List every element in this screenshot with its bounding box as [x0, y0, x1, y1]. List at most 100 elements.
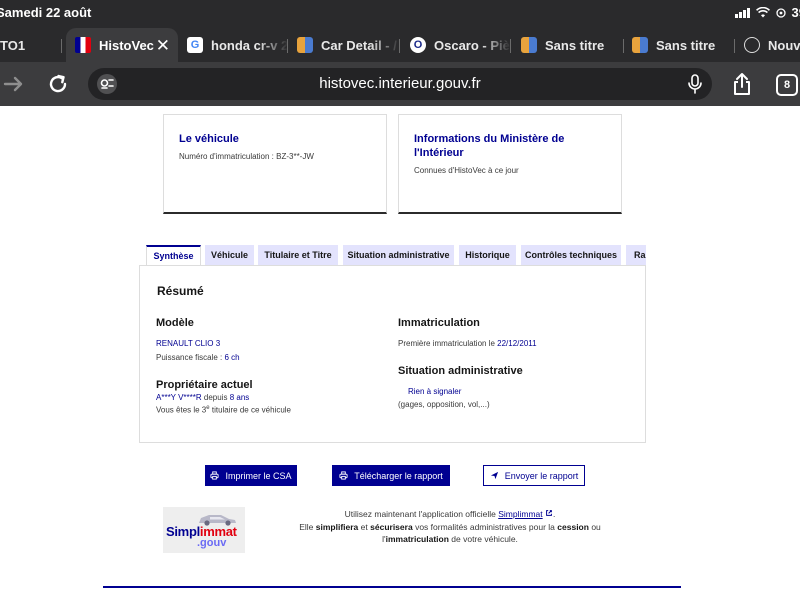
browser-tab-google[interactable]: G honda cr-v 2: [184, 30, 288, 60]
google-icon: G: [187, 37, 203, 53]
fiscal-power: Puissance fiscale : 6 ch: [156, 353, 240, 362]
tab-historique[interactable]: Historique: [459, 245, 516, 266]
send-report-label: Envoyer le rapport: [504, 470, 579, 481]
reload-icon[interactable]: [44, 70, 72, 98]
simplimmat-info: Utilisez maintenant l'application offici…: [285, 508, 615, 546]
fiscal-power-value: 6 ch: [224, 353, 240, 362]
browser-tab-strip: TO1 HistoVec ✕ G honda cr-v 2 Car Detail…: [0, 26, 800, 62]
close-tab-icon[interactable]: ✕: [156, 36, 170, 56]
first-registration-label: Première immatriculation le: [398, 339, 495, 348]
ministry-card-title: Informations du Ministère de l'Intérieur: [414, 133, 565, 159]
owner-title: Propriétaire actuel: [156, 379, 253, 391]
browser-tab-label: TO1: [0, 37, 26, 53]
summary-panel: Résumé Modèle RENAULT CLIO 3 Puissance f…: [139, 265, 646, 443]
tab-switcher-button[interactable]: 8: [776, 74, 798, 96]
browser-tab-to1[interactable]: TO1: [0, 30, 62, 60]
info-text: ou: [591, 521, 601, 532]
registration-title: Immatriculation: [398, 317, 480, 329]
browser-tab-car-detail[interactable]: Car Detail - /: [296, 30, 400, 60]
owner-rank-after: titulaire de ce véhicule: [211, 405, 291, 415]
vehicle-card-title: Le véhicule: [179, 133, 239, 145]
printer-icon: [339, 471, 348, 480]
browser-tab-label: Sans titre: [545, 37, 605, 53]
browser-toolbar: histovec.interieur.gouv.fr 8: [0, 62, 800, 106]
info-line-2: Elle simplifiera et sécurisera vos forma…: [285, 521, 615, 534]
info-text: vos formalités administratives pour la: [415, 521, 555, 532]
model-title: Modèle: [156, 317, 194, 329]
model-name: RENAULT CLIO 3: [156, 339, 221, 348]
first-registration-date: 22/12/2011: [497, 339, 537, 348]
tab-separator: [61, 39, 62, 53]
simplimmat-link[interactable]: Simplimmat: [498, 509, 542, 519]
admin-status-title: Situation administrative: [398, 365, 523, 377]
address-bar[interactable]: histovec.interieur.gouv.fr: [88, 68, 712, 100]
tab-controles-techniques[interactable]: Contrôles techniques: [521, 245, 621, 266]
browser-tab-oscaro[interactable]: O Oscaro - Piè: [409, 30, 511, 60]
chart-icon: [297, 37, 313, 53]
footer-divider: [103, 586, 681, 588]
vehicle-card: Le véhicule Numéro d'immatriculation : B…: [163, 114, 387, 214]
fiscal-power-label: Puissance fiscale :: [156, 353, 223, 362]
status-icons: 39: [734, 5, 800, 20]
tab-separator: [734, 39, 735, 53]
first-registration: Première immatriculation le 22/12/2011: [398, 339, 537, 348]
forward-icon[interactable]: [0, 70, 28, 98]
owner-line: A***Y V****R depuis 8 ans: [156, 393, 249, 402]
marianne-icon: [75, 37, 91, 53]
owner-rank-before: Vous êtes le 3: [156, 405, 207, 415]
tab-titulaire[interactable]: Titulaire et Titre: [258, 245, 338, 266]
admin-status-value: Rien à signaler: [408, 387, 462, 396]
send-report-button[interactable]: Envoyer le rapport: [483, 465, 585, 486]
browser-tab-label: Nouve: [768, 37, 800, 53]
url-text: histovec.interieur.gouv.fr: [319, 75, 481, 92]
status-date: Samedi 22 août: [0, 5, 92, 20]
tab-separator: [399, 39, 400, 53]
info-bold-immatriculation: immatriculation: [385, 534, 449, 544]
admin-status-detail: (gages, opposition, vol,...): [398, 400, 490, 409]
chart-icon: [632, 37, 648, 53]
owner-since-label: depuis: [203, 393, 228, 402]
download-report-button[interactable]: Télécharger le rapport: [332, 465, 450, 486]
tab-separator: [623, 39, 624, 53]
print-csa-label: Imprimer le CSA: [225, 470, 292, 481]
tab-synthese[interactable]: Synthèse: [146, 245, 201, 266]
print-csa-button[interactable]: Imprimer le CSA: [205, 465, 297, 486]
owner-rank-sup: e: [206, 405, 210, 411]
browser-tab-new[interactable]: Nouve: [743, 30, 800, 60]
globe-icon: [744, 37, 760, 53]
tab-separator: [287, 39, 288, 53]
tab-separator: [510, 39, 511, 53]
external-link-icon[interactable]: [545, 509, 553, 517]
send-icon: [490, 471, 498, 480]
info-line-1-text: Utilisez maintenant l'application offici…: [344, 509, 496, 519]
info-bold-simplifiera: simplifiera: [315, 521, 359, 532]
browser-tab-label: HistoVec: [99, 37, 154, 53]
info-text: Elle: [299, 521, 314, 532]
cellular-signal-icon: [734, 7, 750, 18]
share-icon[interactable]: [728, 70, 756, 98]
owner-rank: Vous êtes le 3e titulaire de ce véhicule: [156, 405, 291, 415]
simplimmat-logo[interactable]: Simplimmat .gouv: [163, 507, 245, 553]
info-text: et: [360, 521, 368, 532]
tab-vehicule[interactable]: Véhicule: [205, 245, 254, 266]
location-icon: [775, 7, 786, 18]
tab-rapport[interactable]: Rap: [626, 245, 646, 266]
browser-tab-histovec[interactable]: HistoVec ✕: [66, 28, 178, 62]
status-bar: Samedi 22 août 39: [0, 0, 800, 26]
logo-domain: .gouv: [197, 537, 227, 549]
browser-tab-sans-titre-2[interactable]: Sans titre: [631, 30, 735, 60]
printer-icon: [210, 471, 220, 480]
browser-tab-label: Sans titre: [656, 37, 716, 53]
plate-number: Numéro d'immatriculation : BZ-3**-JW: [179, 152, 314, 161]
ministry-card-text: Connues d'HistoVec à ce jour: [414, 166, 519, 175]
wifi-icon: [755, 7, 770, 18]
tab-situation-administrative[interactable]: Situation administrative: [343, 245, 454, 266]
report-tabs: Synthèse Véhicule Titulaire et Titre Sit…: [146, 245, 646, 266]
chart-icon: [521, 37, 537, 53]
download-report-label: Télécharger le rapport: [354, 470, 443, 481]
ministry-card: Informations du Ministère de l'Intérieur…: [398, 114, 622, 214]
browser-tab-sans-titre-1[interactable]: Sans titre: [520, 30, 624, 60]
info-text: de votre véhicule.: [451, 534, 518, 544]
owner-since-value: 8 ans: [229, 393, 250, 402]
microphone-icon[interactable]: [686, 74, 704, 94]
